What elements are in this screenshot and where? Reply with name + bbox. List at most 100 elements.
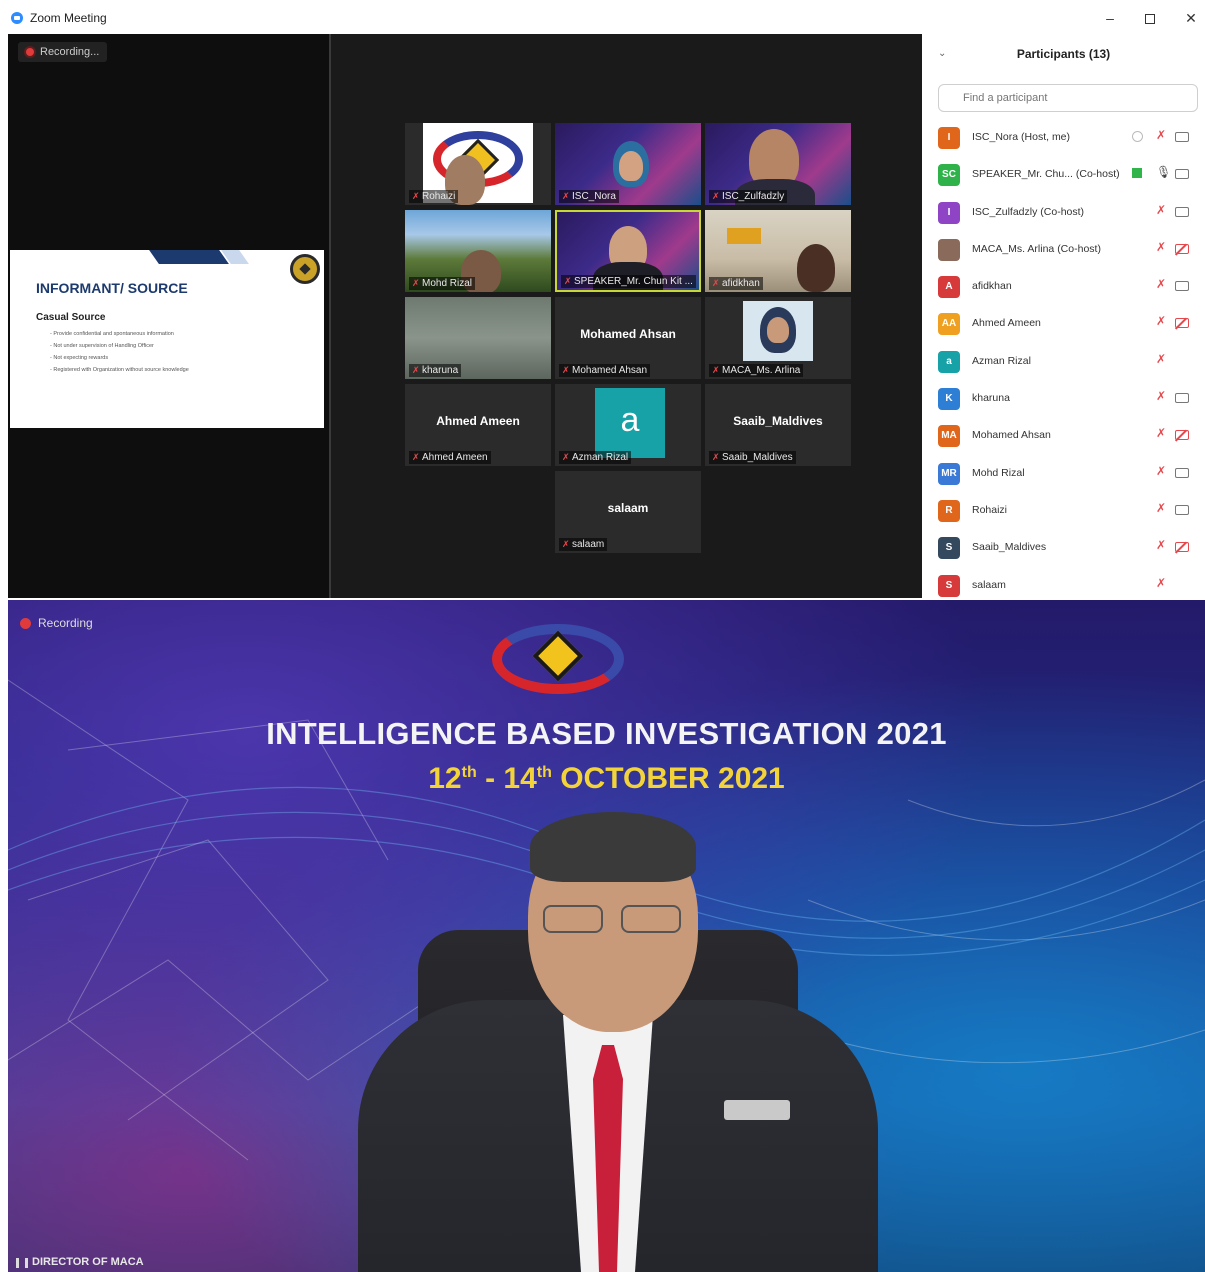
tile-name-label: ✗ Saaib_Maldives (709, 451, 796, 464)
video-tile-afidkhan[interactable]: ✗ afidkhan (705, 210, 851, 292)
participant-avatar: AA (938, 313, 960, 336)
window-titlebar: Zoom Meeting – ✕ (0, 0, 1205, 34)
participant-row[interactable]: SC SPEAKER_Mr. Chu... (Co-host) 🎙 (922, 157, 1205, 194)
participant-row[interactable]: MA Mohamed Ahsan ✗ (922, 418, 1205, 455)
slide-bullet: - Not under supervision of Handling Offi… (50, 343, 154, 349)
panel-divider[interactable] (329, 34, 331, 598)
participant-name: ISC_Nora (Host, me) (972, 131, 1071, 143)
video-camera-icon[interactable] (1175, 206, 1189, 217)
shared-slide: INFORMANT/ SOURCE Casual Source - Provid… (10, 250, 324, 428)
tile-name-label: ✗ SPEAKER_Mr. Chun Kit ... (561, 275, 696, 288)
participant-row[interactable]: MR Mohd Rizal ✗ (922, 456, 1205, 493)
speaker-name-label: DIRECTOR OF MACA (16, 1256, 144, 1268)
mic-muted-icon[interactable]: ✗ (1156, 538, 1166, 552)
mic-muted-icon: ✗ (562, 452, 570, 462)
recording-indicator[interactable]: Recording (20, 616, 93, 630)
tile-name-label: ✗ Rohaizi (409, 190, 459, 203)
participant-name: Saaib_Maldives (972, 541, 1047, 554)
video-off-icon[interactable] (1175, 430, 1189, 441)
maximize-button[interactable] (1137, 8, 1163, 28)
video-tile-mohamed-ahsan[interactable]: Mohamed Ahsan ✗ Mohamed Ahsan (555, 297, 701, 379)
minimize-button[interactable]: – (1097, 8, 1123, 28)
recording-label: Recording... (40, 46, 100, 58)
video-camera-icon[interactable] (1175, 281, 1189, 292)
slide-bullet: - Provide confidential and spontaneous i… (50, 331, 174, 337)
video-tile-mohd-rizal[interactable]: ✗ Mohd Rizal (405, 210, 551, 292)
participant-name: MACA_Ms. Arlina (Co-host) (972, 242, 1101, 255)
video-tile-isc-nora[interactable]: ✗ ISC_Nora (555, 123, 701, 205)
participant-face (797, 244, 835, 292)
participant-photo (743, 301, 813, 361)
video-tile-isc-zulfadzly[interactable]: ✗ ISC_Zulfadzly (705, 123, 851, 205)
participant-row[interactable]: Kkharuna ✗ (922, 381, 1205, 418)
participant-row[interactable]: MACA_Ms. Arlina (Co-host) ✗ (922, 232, 1205, 269)
participant-row[interactable]: Aafidkhan ✗ (922, 269, 1205, 306)
video-camera-icon[interactable] (1175, 169, 1189, 180)
video-camera-icon[interactable] (1175, 504, 1189, 515)
video-off-icon[interactable] (1175, 243, 1189, 254)
participants-header: ⌄ Participants (13) (922, 34, 1205, 74)
mic-muted-icon: ✗ (412, 191, 420, 201)
participant-row[interactable]: S Saaib_Maldives ✗ (922, 530, 1205, 567)
speaker-video[interactable]: Recording INTELLIGENCE BASED INVESTIGATI… (8, 600, 1205, 1272)
participants-title: Participants (13) (1016, 47, 1111, 61)
participant-name: Ahmed Ameen (972, 317, 1041, 330)
video-tile-ahmed-ameen[interactable]: Ahmed Ameen ✗ Ahmed Ameen (405, 384, 551, 466)
tile-display-name: Ahmed Ameen (436, 414, 520, 428)
video-off-icon[interactable] (1175, 318, 1189, 329)
participant-avatar: A (938, 276, 960, 299)
participant-avatar (938, 238, 960, 261)
participant-name: salaam (972, 578, 1006, 591)
close-button[interactable]: ✕ (1178, 8, 1204, 28)
participant-row[interactable]: I ISC_Zulfadzly (Co-host) ✗ (922, 195, 1205, 232)
participant-avatar: MA (938, 425, 960, 448)
mic-muted-icon[interactable]: ✗ (1156, 426, 1166, 440)
participant-row[interactable]: a Azman Rizal ✗ (922, 344, 1205, 381)
video-camera-icon[interactable] (1175, 467, 1189, 478)
video-tile-kharuna[interactable]: ✗ kharuna (405, 297, 551, 379)
mic-muted-icon[interactable]: ✗ (1156, 464, 1166, 478)
mic-muted-icon[interactable]: ✗ (1156, 576, 1166, 590)
mic-muted-icon[interactable]: ✗ (1156, 277, 1166, 291)
video-camera-icon[interactable] (1175, 132, 1189, 142)
video-tile-speaker-active[interactable]: ✗ SPEAKER_Mr. Chun Kit ... (555, 210, 701, 292)
video-tile-saaib-maldives[interactable]: Saaib_Maldives ✗ Saaib_Maldives (705, 384, 851, 466)
speaker-hair (530, 812, 696, 882)
slide-subtitle: Casual Source (36, 312, 106, 323)
slide-title: INFORMANT/ SOURCE (36, 280, 188, 296)
screen-share-panel: Recording... INFORMANT/ SOURCE Casual So… (8, 34, 329, 598)
mic-muted-icon[interactable]: ✗ (1156, 128, 1166, 142)
meeting-area: Recording... INFORMANT/ SOURCE Casual So… (8, 34, 922, 598)
participant-name: Azman Rizal (972, 354, 1031, 367)
wall-sign (727, 228, 761, 244)
participant-row[interactable]: R Rohaizi ✗ (922, 493, 1205, 530)
recording-dot-icon (26, 48, 34, 56)
mic-muted-icon[interactable]: ✗ (1156, 501, 1166, 515)
mic-muted-icon[interactable]: ✗ (1156, 203, 1166, 217)
name-badge (724, 1100, 790, 1120)
mic-on-icon[interactable]: 🎙 (1156, 165, 1171, 179)
mic-muted-icon[interactable]: ✗ (1156, 240, 1166, 254)
participant-search-input[interactable] (938, 84, 1198, 112)
participant-avatar: K (938, 388, 960, 411)
video-tile-salaam[interactable]: salaam ✗ salaam (555, 471, 701, 553)
video-off-icon[interactable] (1175, 542, 1189, 553)
video-tile-maca-arlina[interactable]: ✗ MACA_Ms. Arlina (705, 297, 851, 379)
participant-avatar: S (938, 574, 960, 597)
slide-bullet: - Registered with Organization without s… (50, 367, 189, 373)
mic-muted-icon: ✗ (412, 365, 420, 375)
video-camera-icon[interactable] (1175, 393, 1189, 404)
mic-muted-icon[interactable]: ✗ (1156, 352, 1166, 366)
participant-row[interactable]: AA Ahmed Ameen ✗ (922, 306, 1205, 343)
video-tile-azman-rizal[interactable]: a ✗ Azman Rizal (555, 384, 701, 466)
event-logo (492, 624, 624, 694)
participant-row[interactable]: I ISC_Nora (Host, me) ✗ (922, 120, 1205, 157)
glasses-icon (543, 905, 683, 935)
mic-muted-icon[interactable]: ✗ (1156, 314, 1166, 328)
tile-name-label: ✗ ISC_Nora (559, 190, 619, 203)
recording-indicator[interactable]: Recording... (18, 42, 108, 62)
mic-muted-icon[interactable]: ✗ (1156, 389, 1166, 403)
participant-name: SPEAKER_Mr. Chu... (Co-host) (972, 168, 1120, 181)
mic-muted-icon: ✗ (412, 452, 420, 462)
video-tile-rohaizi[interactable]: ✗ Rohaizi (405, 123, 551, 205)
